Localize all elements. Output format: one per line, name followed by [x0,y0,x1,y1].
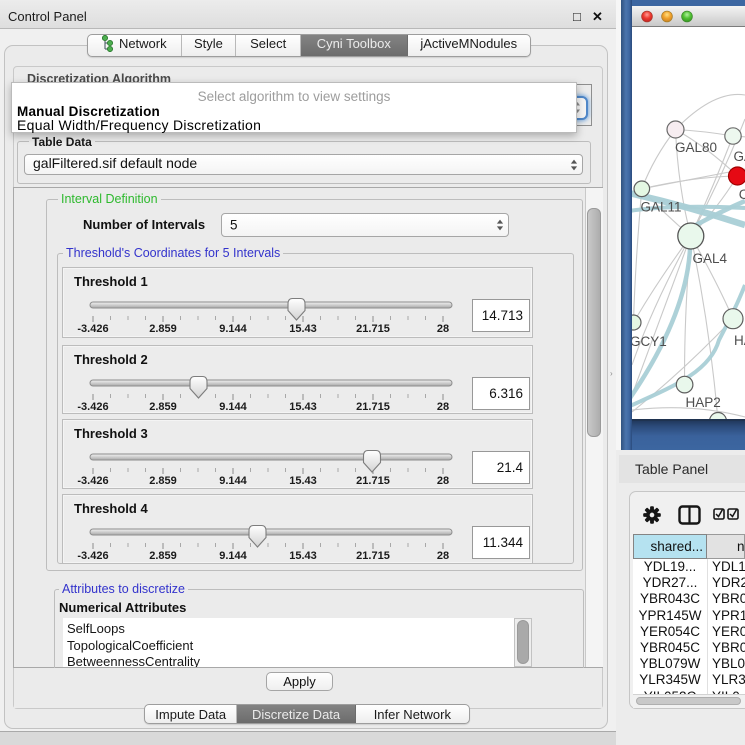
svg-text:2.859: 2.859 [149,550,177,562]
svg-text:28: 28 [437,475,449,487]
svg-text:2.859: 2.859 [149,401,177,413]
svg-text:GAL4: GAL4 [693,251,728,266]
svg-text:HA: HA [734,333,745,348]
svg-text:2.859: 2.859 [149,475,177,487]
svg-text:-3.426: -3.426 [77,550,108,562]
svg-text:21.715: 21.715 [356,323,390,335]
svg-text:28: 28 [437,401,449,413]
svg-text:9.144: 9.144 [219,401,247,413]
svg-text:15.43: 15.43 [289,550,317,562]
svg-text:-3.426: -3.426 [77,401,108,413]
svg-text:GCY1: GCY1 [632,334,667,349]
svg-text:28: 28 [437,550,449,562]
svg-text:21.715: 21.715 [356,550,390,562]
svg-text:HAP2: HAP2 [686,395,721,410]
svg-text:2.859: 2.859 [149,323,177,335]
svg-text:GAL11: GAL11 [641,200,682,215]
svg-text:9.144: 9.144 [219,475,247,487]
svg-text:CRZ: CRZ [739,187,745,202]
svg-text:-3.426: -3.426 [77,323,108,335]
svg-text:GAL80: GAL80 [675,140,717,155]
svg-text:15.43: 15.43 [289,401,317,413]
svg-text:GAL: GAL [734,149,745,164]
svg-text:-3.426: -3.426 [77,475,108,487]
svg-text:9.144: 9.144 [219,323,247,335]
svg-text:28: 28 [437,323,449,335]
svg-text:21.715: 21.715 [356,475,390,487]
svg-text:15.43: 15.43 [289,475,317,487]
svg-text:21.715: 21.715 [356,401,390,413]
svg-text:15.43: 15.43 [289,323,317,335]
svg-text:9.144: 9.144 [219,550,247,562]
